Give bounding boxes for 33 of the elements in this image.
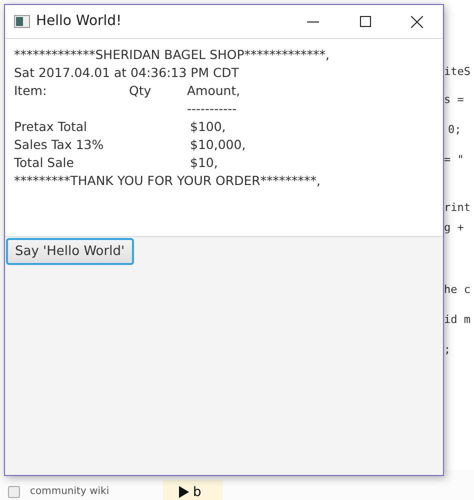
dashed-rule-text: ----------- [187,100,237,118]
code-fragment: id m [444,312,470,328]
total-label: Total Sale [14,154,74,172]
total-amount: $10,000, [190,136,246,154]
code-fragment: rint [444,200,470,216]
code-fragment: g + [444,220,465,236]
code-fragment: ; [444,342,451,358]
column-header: Item: [14,82,47,100]
total-label: Pretax Total [14,118,87,136]
code-fragment: 0; [448,122,462,138]
checkbox[interactable] [8,486,20,498]
total-amount: $100, [190,118,226,136]
window-title: Hello World! [36,12,122,31]
code-fragment: iteS [444,64,470,80]
receipt-text: *********THANK YOU FOR YOUR ORDER*********, [14,173,321,188]
maximize-icon [360,16,370,27]
code-fragment: = " [444,152,464,168]
column-header: Qty [129,82,152,100]
receipt-text: Sat 2017.04.01 at 04:36:13 PM CDT [14,65,239,80]
play-icon [179,486,189,498]
checkbox-label: community wiki [30,487,110,497]
close-icon [411,16,423,28]
column-header: Amount, [187,82,240,100]
text-area[interactable] [5,39,443,237]
minimize-icon [307,20,319,22]
total-amount: $10, [190,154,218,172]
say-hello-button[interactable]: Say 'Hello World' [6,238,134,266]
total-label: Sales Tax 13% [14,136,104,154]
run-button[interactable]: b [163,480,223,500]
code-fragment: he c [444,282,470,298]
receipt-text: *************SHERIDAN BAGEL SHOP*************, [14,47,330,62]
code-fragment: s = [444,92,465,108]
window-icon [14,15,30,28]
